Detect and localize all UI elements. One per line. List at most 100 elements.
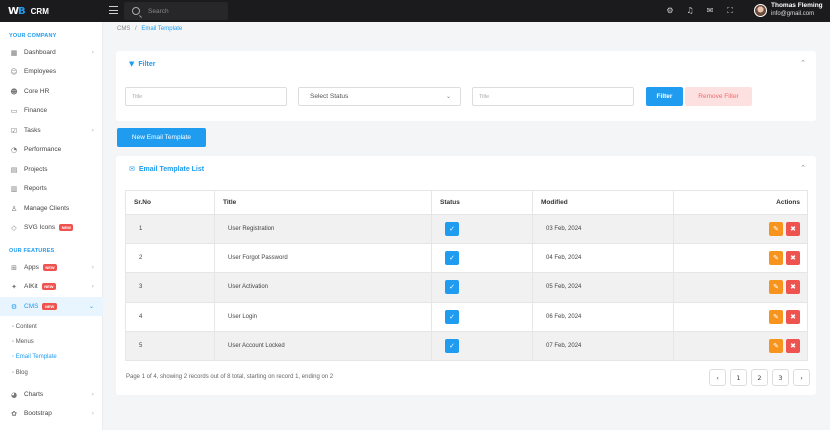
checkbox-checked-icon[interactable]: ✓ — [445, 280, 459, 295]
funnel-icon: ▼ — [129, 60, 135, 68]
section-title-features: OUR FEATURES — [9, 248, 55, 254]
filter-header[interactable]: ▼ Filter — [129, 60, 156, 68]
checkbox-checked-icon[interactable]: ✓ — [445, 222, 459, 237]
sidebar-item-bootstrap[interactable]: ✿ Bootstrap › — [0, 404, 103, 423]
breadcrumb-parent[interactable]: CMS — [117, 26, 130, 32]
cell-title: User Registration — [214, 213, 432, 245]
mail-icon[interactable]: ✉ — [705, 6, 715, 16]
sidebar-subitem-menus[interactable]: ◦ Menus — [12, 339, 34, 345]
table-row: 5 User Account Locked ✓ 07 Feb, 2024 ✎ ✖ — [125, 330, 808, 361]
page-2-button[interactable]: 2 — [751, 369, 768, 386]
user-email: info@gmail.com — [771, 11, 815, 17]
cell-title: User Login — [214, 301, 432, 332]
new-badge: NEW — [59, 224, 74, 231]
col-header-title: Title — [214, 190, 432, 215]
gauge-icon: ◔ — [10, 145, 18, 154]
sidebar-item-cms[interactable]: ⚙ CMS NEW ⌄ — [0, 297, 103, 316]
search-box[interactable] — [124, 2, 228, 20]
trash-icon[interactable]: ✖ — [786, 222, 800, 237]
edit-icon[interactable]: ✎ — [769, 280, 783, 295]
svg-icon: ◇ — [11, 223, 17, 232]
cell-actions: ✎ ✖ — [673, 330, 808, 361]
checkbox-checked-icon[interactable]: ✓ — [445, 309, 459, 324]
cell-modified: 06 Feb, 2024 — [532, 301, 674, 332]
sidebar: YOUR COMPANY ▦ Dashboard › ☺ Employees ☻ Cor… — [0, 22, 103, 430]
cell-status: ✓ — [431, 213, 533, 245]
sidebar-item-manage-clients[interactable]: ♙ Manage Clients — [0, 199, 103, 218]
sidebar-subitem-content[interactable]: ◦ Content — [12, 324, 37, 330]
sidebar-item-reports[interactable]: ▥ Reports — [0, 179, 103, 198]
tasks-icon: ☑ — [10, 126, 18, 135]
cell-modified: 03 Feb, 2024 — [532, 213, 674, 245]
title-filter-input-2[interactable] — [479, 93, 618, 100]
status-select[interactable]: Select Status ⌄ — [298, 87, 461, 106]
title-filter-field-2[interactable] — [472, 87, 634, 106]
trash-icon[interactable]: ✖ — [786, 251, 800, 266]
new-badge: NEW — [41, 283, 57, 290]
checkbox-checked-icon[interactable]: ✓ — [445, 338, 459, 353]
grid-icon: ▦ — [10, 48, 18, 57]
sidebar-item-dashboard[interactable]: ▦ Dashboard › — [0, 43, 103, 62]
edit-icon[interactable]: ✎ — [769, 309, 783, 324]
sidebar-item-employees[interactable]: ☺ Employees — [0, 62, 103, 81]
cms-icon: ⚙ — [10, 302, 18, 311]
search-input[interactable] — [148, 7, 228, 15]
chevron-up-icon[interactable]: ⌃ — [800, 59, 806, 67]
menu-toggle-icon[interactable] — [109, 6, 118, 15]
new-email-template-button[interactable]: New Email Template — [117, 128, 206, 147]
chevron-down-icon: ⌄ — [445, 93, 451, 100]
chevron-up-icon[interactable]: ⌃ — [800, 164, 806, 172]
table-row: 1 User Registration ✓ 03 Feb, 2024 ✎ ✖ — [125, 213, 808, 245]
sidebar-item-performance[interactable]: ◔ Performance — [0, 140, 103, 159]
chevron-right-icon: › — [91, 283, 94, 290]
chevron-left-icon[interactable]: ‹ — [709, 369, 726, 386]
cell-status: ✓ — [431, 301, 533, 332]
edit-icon[interactable]: ✎ — [769, 251, 783, 266]
edit-icon[interactable]: ✎ — [769, 338, 783, 353]
pagination-info: Page 1 of 4, showing 2 records out of 8 … — [126, 374, 334, 380]
brand-name: CRM — [30, 6, 49, 16]
brand[interactable]: WB CRM — [0, 0, 103, 22]
chevron-right-icon: › — [91, 410, 94, 417]
sidebar-item-tasks[interactable]: ☑ Tasks › — [0, 121, 103, 140]
cell-srno: 3 — [125, 272, 215, 303]
bell-icon[interactable]: ♫ — [685, 6, 695, 16]
cell-status: ✓ — [431, 243, 533, 274]
chart-icon: ◕ — [10, 390, 18, 399]
chevron-right-icon: › — [91, 391, 94, 398]
report-icon: ▥ — [10, 184, 18, 193]
sidebar-subitem-blog[interactable]: ◦ Blog — [12, 370, 28, 376]
filter-button[interactable]: Filter — [646, 87, 683, 106]
trash-icon[interactable]: ✖ — [786, 309, 800, 324]
edit-icon[interactable]: ✎ — [769, 222, 783, 237]
sidebar-item-aikit[interactable]: ✦ AIKit NEW › — [0, 277, 103, 296]
fullscreen-icon[interactable]: ⛶ — [725, 6, 735, 16]
chevron-right-icon[interactable]: › — [793, 369, 810, 386]
ai-icon: ✦ — [11, 282, 17, 291]
title-filter-input[interactable] — [132, 93, 271, 100]
user-name: Thomas Fleming — [771, 2, 823, 9]
top-icons: ⚙ ♫ ✉ ⛶ — [665, 6, 735, 16]
sidebar-item-core-hr[interactable]: ☻ Core HR — [0, 82, 103, 101]
sidebar-item-apps[interactable]: ⊞ Apps NEW › — [0, 258, 103, 277]
sidebar-item-projects[interactable]: ▤ Projects — [0, 160, 103, 179]
page-1-button[interactable]: 1 — [730, 369, 747, 386]
table-row: 2 User Forgot Password ✓ 04 Feb, 2024 ✎ ✖ — [125, 243, 808, 274]
settings-icon[interactable]: ⚙ — [665, 6, 675, 16]
remove-filter-button[interactable]: Remove Filter — [685, 87, 752, 106]
sidebar-item-finance[interactable]: ▭ Finance — [0, 101, 103, 120]
sidebar-subitem-email-template[interactable]: ◦ Email Template — [12, 354, 57, 360]
page-3-button[interactable]: 3 — [772, 369, 789, 386]
list-header[interactable]: ✉ Email Template List — [129, 165, 204, 173]
col-header-status: Status — [431, 190, 533, 215]
sidebar-item-charts[interactable]: ◕ Charts › — [0, 385, 103, 404]
trash-icon[interactable]: ✖ — [786, 280, 800, 295]
cell-title: User Account Locked — [214, 330, 432, 361]
trash-icon[interactable]: ✖ — [786, 338, 800, 353]
user-profile[interactable]: Thomas Fleming info@gmail.com — [754, 2, 823, 18]
sidebar-item-svg-icons[interactable]: ◇ SVG Icons NEW — [0, 218, 103, 237]
brand-logo: WB — [8, 5, 26, 17]
checkbox-checked-icon[interactable]: ✓ — [445, 251, 459, 266]
cell-actions: ✎ ✖ — [673, 213, 808, 245]
title-filter-field[interactable] — [125, 87, 287, 106]
